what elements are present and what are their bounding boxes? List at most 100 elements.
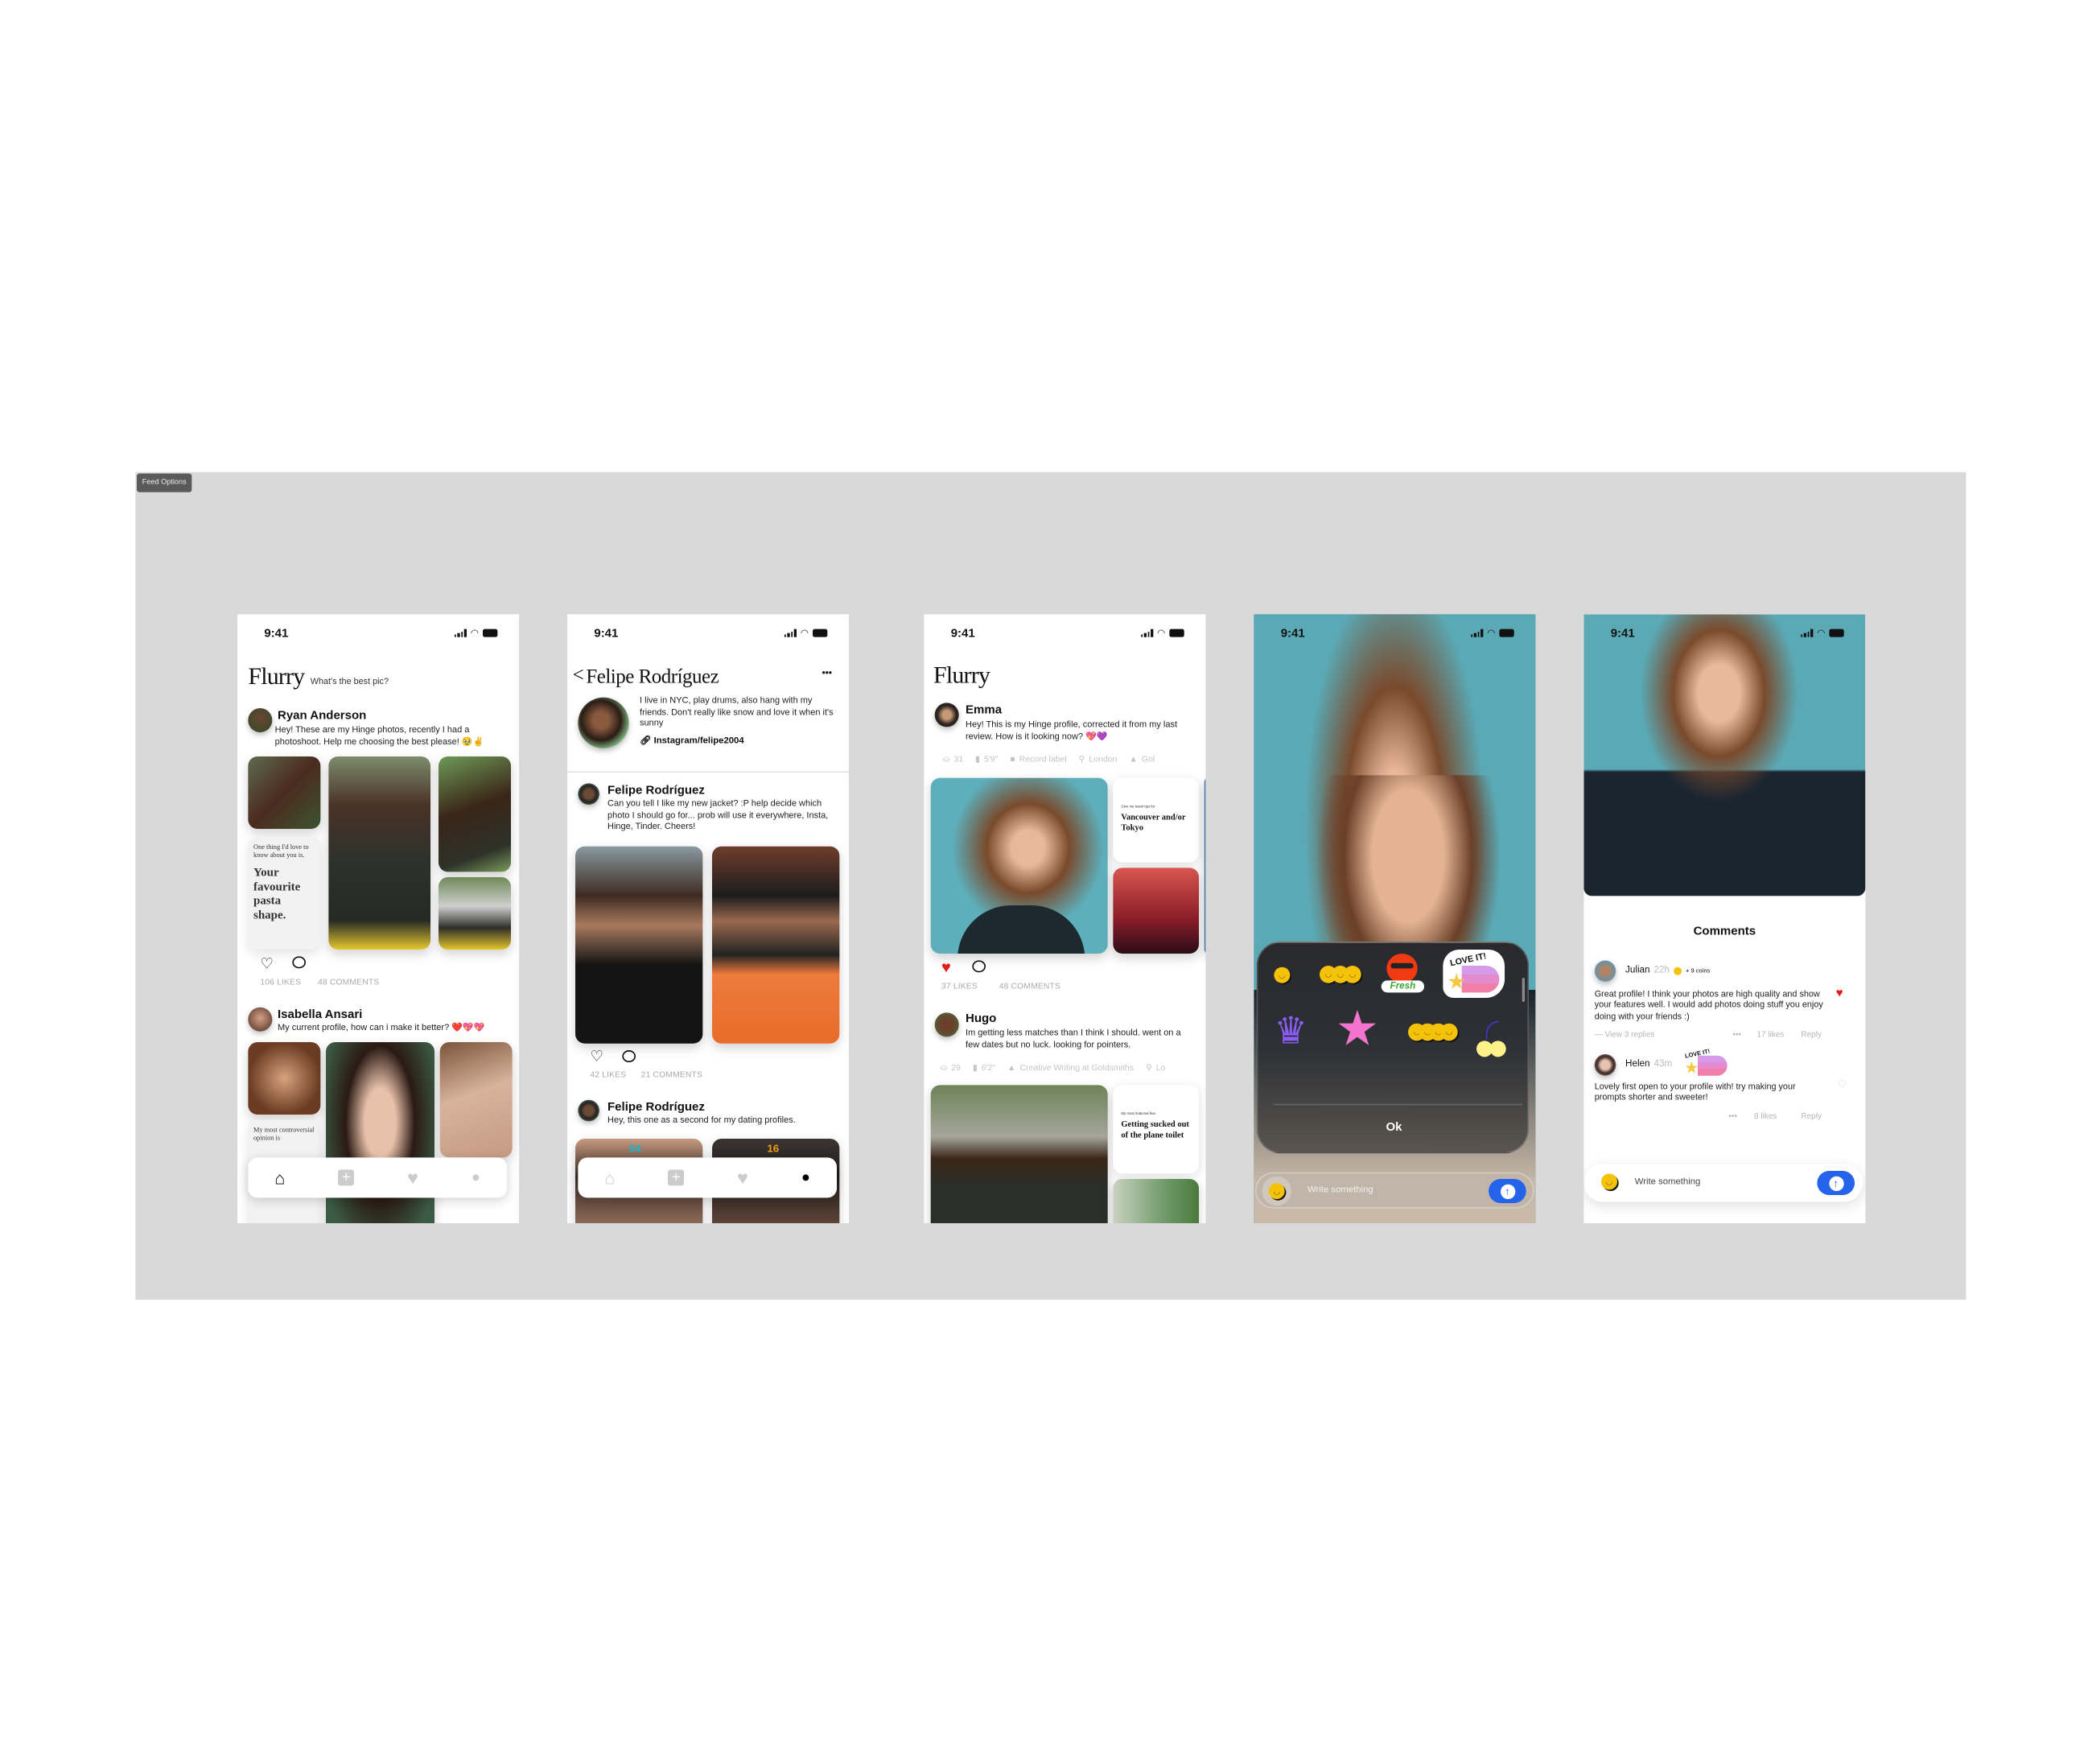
scrollbar[interactable] <box>1522 978 1526 1003</box>
comment-icon[interactable] <box>292 956 307 969</box>
photo[interactable] <box>328 756 431 950</box>
post-author[interactable]: Felipe Rodríguez <box>607 1100 705 1114</box>
photo[interactable] <box>1113 1179 1200 1224</box>
comment-author[interactable]: Helen <box>1625 1060 1649 1070</box>
nav-profile-icon[interactable]: ● <box>801 1169 810 1185</box>
signal-icon <box>1141 629 1154 637</box>
nav-likes-icon[interactable]: ♥ <box>737 1167 748 1189</box>
battery-icon <box>1829 629 1844 637</box>
nav-add-icon[interactable]: + <box>668 1169 685 1186</box>
back-button[interactable]: < <box>573 666 584 688</box>
phone-profile: 9:41 ◠ < Felipe Rodríguez ••• I live in … <box>567 614 850 1224</box>
avatar[interactable] <box>248 708 273 733</box>
sticker-star[interactable]: ★ <box>1336 1004 1379 1053</box>
instagram-link[interactable]: 🔗︎ Instagram/felipe2004 <box>640 735 744 746</box>
photo[interactable] <box>439 877 512 950</box>
comment-input[interactable]: Write something <box>1308 1185 1373 1195</box>
photo[interactable] <box>248 756 321 830</box>
avatar[interactable] <box>1594 960 1616 983</box>
pin-icon: ⚲ <box>1078 755 1085 765</box>
comments-count[interactable]: 48 COMMENTS <box>999 982 1060 991</box>
avatar[interactable] <box>1594 1054 1616 1076</box>
nav-likes-icon[interactable]: ♥ <box>407 1167 418 1189</box>
photo[interactable] <box>575 846 703 1044</box>
comment-input[interactable]: Write something <box>1635 1177 1701 1187</box>
comment-icon[interactable] <box>622 1050 636 1063</box>
sticker-smiley[interactable]: ◡ <box>1274 966 1291 983</box>
emoji-button[interactable]: ◡ <box>1268 1183 1285 1200</box>
emoji-button[interactable]: ◡ <box>1601 1173 1618 1190</box>
link-text[interactable]: Instagram/felipe2004 <box>654 736 744 746</box>
post-author[interactable]: Isabella Ansari <box>278 1008 362 1021</box>
profile-info-row: ⛀ 29 ▮ 6'2" ▲ Creative Writing at Goldsmith… <box>940 1064 1165 1074</box>
vote-count: 16 <box>767 1143 780 1156</box>
photo[interactable] <box>1113 868 1200 954</box>
profile-photo[interactable] <box>1583 614 1866 896</box>
post-author[interactable]: Ryan Anderson <box>278 708 366 722</box>
prompt-card[interactable]: My most irrational fear Getting sucked ou… <box>1113 1085 1200 1174</box>
view-replies[interactable]: — View 3 replies <box>1595 1032 1655 1040</box>
sticker-smiley-x4[interactable]: ◡ ◡ ◡ ◡ <box>1408 1023 1459 1041</box>
prompt-answer: Your favourite pasta shape. <box>253 865 301 921</box>
reply-button[interactable]: Reply <box>1801 1032 1822 1040</box>
nav-home-icon[interactable]: ⌂ <box>274 1168 285 1188</box>
sticker-smiley-x3[interactable]: ◡ ◡ ◡ <box>1320 966 1362 983</box>
more-icon[interactable]: ••• <box>1728 1113 1737 1121</box>
heart-icon[interactable]: ♡ <box>590 1048 603 1065</box>
comment-icon[interactable] <box>972 960 986 973</box>
post-author[interactable]: Felipe Rodríguez <box>607 783 705 797</box>
heart-filled-icon[interactable]: ♥ <box>941 958 951 976</box>
avatar[interactable] <box>578 783 600 806</box>
comment-time: 22h <box>1653 966 1670 975</box>
ok-button[interactable]: Ok <box>1258 1120 1530 1134</box>
photo[interactable] <box>1204 777 1206 954</box>
heart-icon[interactable]: ♡ <box>1837 1078 1847 1090</box>
status-bar: 9:41 ◠ <box>567 614 849 652</box>
photo[interactable] <box>439 756 512 872</box>
arrow-up-icon: ↑ <box>1828 1175 1843 1191</box>
sticker-cherries[interactable] <box>1472 1020 1513 1061</box>
photo[interactable] <box>248 1042 321 1115</box>
cake-icon: ⛀ <box>942 755 950 765</box>
heart-icon[interactable]: ♡ <box>260 955 273 972</box>
reply-button[interactable]: Reply <box>1801 1113 1822 1121</box>
nav-add-icon[interactable]: + <box>338 1169 355 1186</box>
photo[interactable] <box>712 846 840 1044</box>
comment-header: Helen 43m <box>1625 1060 1672 1070</box>
more-icon[interactable]: ••• <box>1732 1032 1741 1040</box>
heart-filled-icon[interactable]: ♥ <box>1836 986 1843 999</box>
sticker-crown[interactable]: ♛ <box>1274 1012 1308 1050</box>
photo[interactable] <box>930 1085 1108 1224</box>
comment-text: Lovely first open to your profile with! … <box>1594 1082 1796 1103</box>
sticker-love-it: LOVE IT! ★ <box>1682 1048 1736 1080</box>
comments-count[interactable]: 21 COMMENTS <box>641 1070 702 1080</box>
avatar[interactable] <box>248 1007 273 1032</box>
graduation-icon: ▲ <box>1007 1063 1016 1074</box>
arrow-up-icon: ↑ <box>1500 1183 1515 1199</box>
post-text: My current profile, how can i make it be… <box>278 1023 485 1033</box>
more-icon[interactable]: ••• <box>822 670 832 679</box>
post-author[interactable]: Hugo <box>966 1012 996 1025</box>
send-button[interactable]: ↑ <box>1817 1171 1855 1196</box>
send-button[interactable]: ↑ <box>1489 1179 1526 1204</box>
comments-title: Comments <box>1693 924 1756 938</box>
comments-count[interactable]: 48 COMMENTS <box>318 978 379 987</box>
prompt-card[interactable]: Give me travel tips for Vancouver and/or … <box>1113 777 1200 863</box>
frame-label[interactable]: Feed Options <box>137 473 192 493</box>
prompt-card[interactable]: One thing I'd love to know about you is.… <box>248 837 321 950</box>
likes-count: 106 LIKES <box>260 978 302 987</box>
sticker-apple-fresh[interactable]: Fresh <box>1381 951 1425 994</box>
photo[interactable] <box>439 1042 513 1158</box>
avatar[interactable] <box>578 1099 600 1122</box>
nav-profile-icon[interactable]: ● <box>472 1169 480 1185</box>
comment-author[interactable]: Julian <box>1625 966 1649 975</box>
nav-home-icon[interactable]: ⌂ <box>604 1168 615 1188</box>
phone-feed-1: 9:41 ◠ Flurry What's the best pic? Ryan … <box>237 614 520 1224</box>
photo[interactable] <box>930 777 1108 954</box>
avatar[interactable] <box>934 1012 959 1037</box>
sticker-love-it[interactable]: LOVE IT! ★ <box>1443 950 1505 999</box>
status-bar: 9:41 ◠ <box>1583 614 1865 652</box>
avatar[interactable] <box>934 703 959 727</box>
signal-icon <box>1471 629 1484 637</box>
post-author[interactable]: Emma <box>966 703 1002 716</box>
